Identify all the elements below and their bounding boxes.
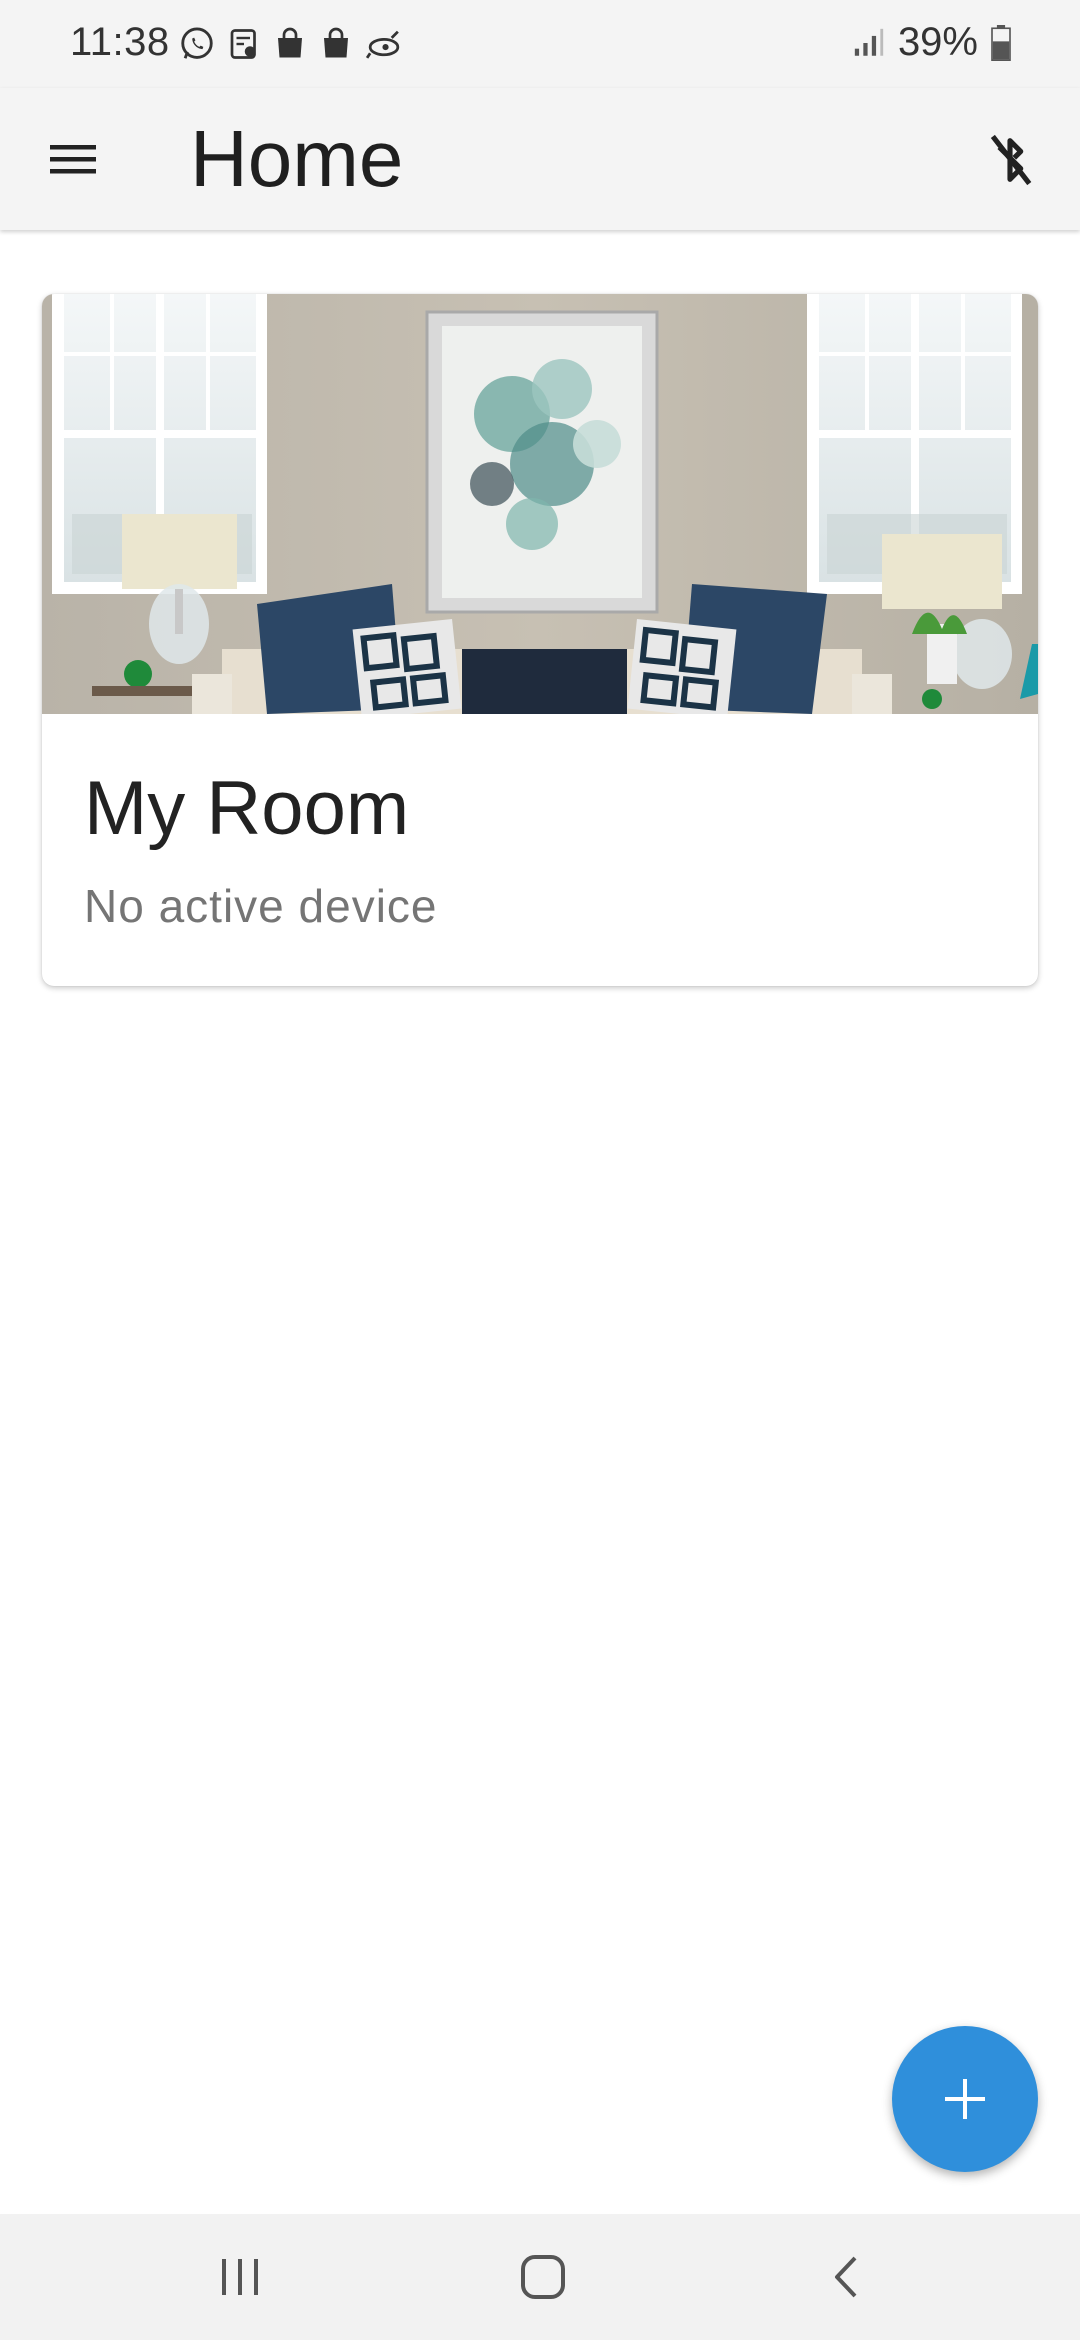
recent-apps-button[interactable] <box>180 2232 300 2322</box>
room-status: No active device <box>84 880 438 932</box>
page-title: Home <box>190 114 404 203</box>
battery-icon <box>991 24 1011 61</box>
room-card[interactable]: My Room No active device <box>42 294 1038 986</box>
notification-icons <box>178 24 404 64</box>
home-icon <box>521 2255 565 2299</box>
app-bar: Home <box>0 88 1080 230</box>
rocket-icon <box>365 30 400 59</box>
plus-icon <box>945 2079 985 2119</box>
shopping-bag-icon <box>324 27 348 58</box>
add-room-button[interactable] <box>892 2026 1038 2172</box>
shopping-bag-icon <box>278 27 302 58</box>
room-name: My Room <box>84 766 410 851</box>
back-button[interactable] <box>786 2232 906 2322</box>
hamburger-menu-icon <box>50 145 96 174</box>
whatsapp-icon <box>181 27 213 59</box>
back-icon <box>835 2256 857 2298</box>
signal-icon <box>854 28 884 56</box>
bluetooth-button[interactable] <box>970 120 1050 200</box>
status-time: 11:38 <box>70 20 170 64</box>
bluetooth-disabled-icon <box>990 134 1032 186</box>
news-icon <box>230 29 256 59</box>
system-nav-bar <box>0 2214 1080 2340</box>
battery-percent: 39% <box>897 20 978 64</box>
main-content: My Room No active device <box>0 230 1080 2214</box>
menu-button[interactable] <box>38 124 108 194</box>
recent-apps-icon <box>222 2259 258 2295</box>
status-right: 39% <box>852 20 1012 65</box>
status-bar: 11:38 39% <box>0 0 1080 88</box>
home-button[interactable] <box>483 2232 603 2322</box>
room-image <box>42 294 1038 714</box>
